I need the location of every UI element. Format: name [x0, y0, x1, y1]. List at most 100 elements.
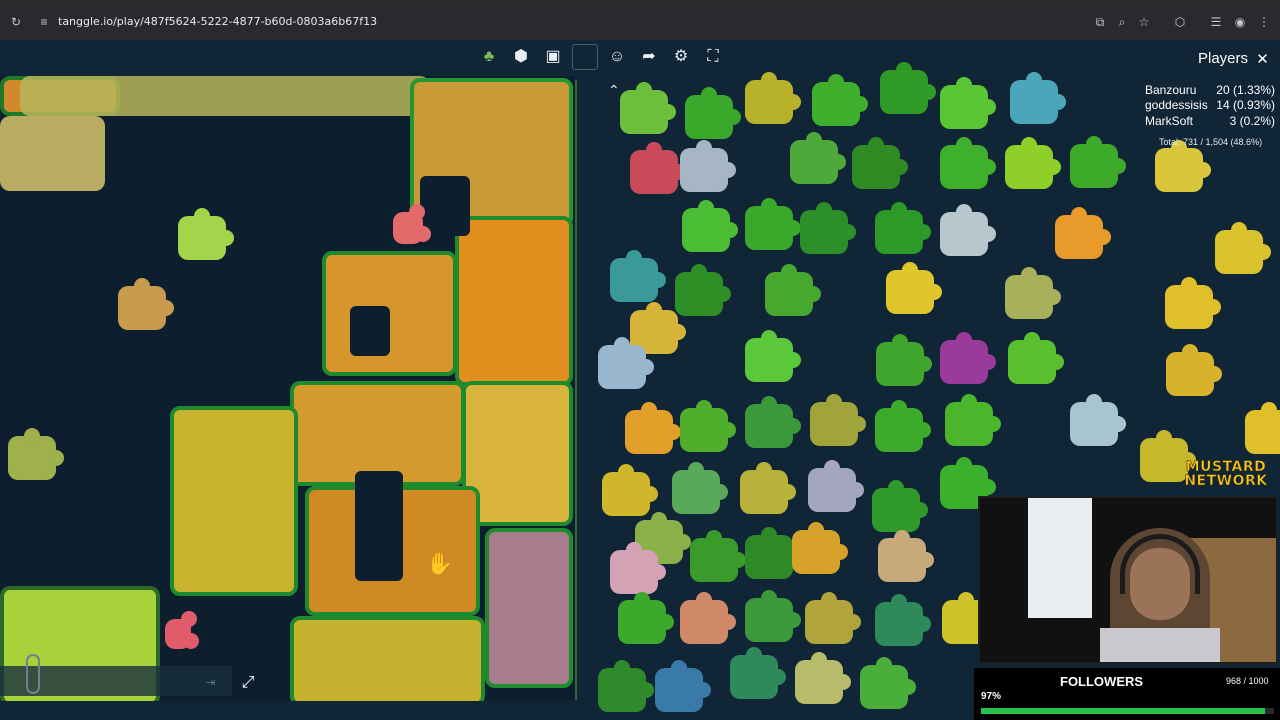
puzzle-piece[interactable] [875, 400, 931, 452]
puzzle-piece[interactable] [792, 522, 848, 574]
puzzle-piece[interactable] [860, 657, 916, 709]
expand-arrow-icon[interactable]: ⇥ [206, 676, 215, 689]
puzzle-piece[interactable] [940, 204, 996, 256]
puzzle-piece[interactable] [1005, 267, 1061, 319]
puzzle-piece[interactable] [872, 480, 928, 532]
settings-icon[interactable]: ⚙ [668, 44, 694, 70]
puzzle-piece[interactable] [1008, 332, 1064, 384]
puzzle-piece[interactable] [1165, 277, 1221, 329]
puzzle-piece[interactable] [618, 592, 674, 644]
puzzle-piece[interactable] [745, 198, 801, 250]
puzzle-piece[interactable] [680, 592, 736, 644]
puzzle-piece[interactable] [598, 660, 654, 712]
site-info-icon[interactable]: ≡ [36, 14, 52, 30]
address-bar-url[interactable]: tanggle.io/play/487f5624-5222-4877-b60d-… [58, 15, 377, 28]
puzzle-piece[interactable] [880, 62, 936, 114]
puzzle-piece[interactable] [682, 200, 738, 252]
close-icon[interactable]: ✕ [1254, 51, 1271, 68]
player-row: MarkSoft 3 (0.2%) [1145, 114, 1275, 129]
puzzle-piece[interactable] [675, 264, 731, 316]
puzzle-piece[interactable] [745, 590, 801, 642]
puzzle-piece[interactable] [1215, 222, 1271, 274]
puzzle-piece[interactable] [602, 464, 658, 516]
game-toolbar: ♣ ⬢ ▣ ☺ ➦ ⚙ ⛶ [476, 44, 726, 76]
puzzle-piece[interactable] [940, 332, 996, 384]
zoom-icon[interactable]: ⌕ [1114, 14, 1130, 30]
puzzle-piece[interactable] [1010, 72, 1066, 124]
puzzle-piece[interactable] [630, 142, 686, 194]
media-icon[interactable]: ☰ [1208, 14, 1224, 30]
reload-icon[interactable]: ↻ [8, 14, 24, 30]
puzzle-piece[interactable] [620, 82, 676, 134]
puzzle-piece[interactable] [1070, 394, 1126, 446]
puzzle-piece[interactable] [625, 402, 681, 454]
chevron-up-icon[interactable]: ⌃ [608, 82, 620, 99]
puzzle-piece[interactable] [810, 394, 866, 446]
puzzle-piece[interactable] [1070, 136, 1126, 188]
install-icon[interactable]: ⧉ [1092, 14, 1108, 30]
browser-chrome: ↻ ≡ tanggle.io/play/487f5624-5222-4877-b… [0, 0, 1280, 40]
puzzle-piece[interactable] [1155, 140, 1211, 192]
puzzle-piece[interactable] [876, 334, 932, 386]
puzzle-piece[interactable] [598, 337, 654, 389]
puzzle-tree-icon[interactable]: ♣ [476, 44, 502, 70]
puzzle-piece[interactable] [745, 527, 801, 579]
puzzle-piece[interactable] [875, 594, 931, 646]
puzzle-piece[interactable] [805, 592, 861, 644]
puzzle-board[interactable]: ✋ [0, 76, 575, 701]
puzzle-stage[interactable]: ✋ ♣ ⬢ ▣ ☺ ➦ ⚙ ⛶ ⌃ Players ✕ Banzouru 20 … [0, 40, 1280, 720]
puzzle-piece[interactable] [808, 460, 864, 512]
board-tray-divider [575, 80, 577, 700]
puzzle-piece[interactable] [740, 462, 796, 514]
puzzle-piece[interactable] [690, 530, 746, 582]
puzzle-piece[interactable] [940, 137, 996, 189]
puzzle-piece[interactable] [1005, 137, 1061, 189]
puzzle-piece[interactable] [178, 208, 234, 260]
puzzle-piece[interactable] [655, 660, 711, 712]
puzzle-piece[interactable] [730, 647, 786, 699]
puzzle-piece[interactable] [165, 611, 199, 649]
puzzle-piece[interactable] [875, 202, 931, 254]
players-icon[interactable]: ☺ [604, 44, 630, 70]
puzzle-piece[interactable] [1055, 207, 1111, 259]
puzzle-piece[interactable] [610, 542, 666, 594]
puzzle-piece[interactable] [852, 137, 908, 189]
puzzle-piece[interactable] [878, 530, 934, 582]
puzzle-piece[interactable] [1166, 344, 1222, 396]
box-frame-icon[interactable] [572, 44, 598, 70]
menu-icon[interactable]: ⋮ [1256, 14, 1272, 30]
puzzle-piece[interactable] [610, 250, 666, 302]
zoom-ring-icon[interactable] [26, 654, 40, 694]
brand-logo: MUSTARD NETWORK [1176, 460, 1276, 489]
puzzle-piece[interactable] [1245, 402, 1280, 454]
puzzle-piece[interactable] [672, 462, 728, 514]
followers-count: 968 / 1000 [1226, 676, 1269, 686]
puzzle-piece[interactable] [886, 262, 942, 314]
image-preview-icon[interactable]: ▣ [540, 44, 566, 70]
puzzle-piece[interactable] [745, 396, 801, 448]
puzzle-piece[interactable] [745, 72, 801, 124]
collapse-icon[interactable]: ⤢ [239, 674, 257, 692]
share-icon[interactable]: ➦ [636, 44, 662, 70]
puzzle-piece[interactable] [800, 202, 856, 254]
puzzle-piece[interactable] [745, 330, 801, 382]
puzzle-piece[interactable] [680, 400, 736, 452]
puzzle-piece[interactable] [685, 87, 741, 139]
extensions-icon[interactable]: ⬡ [1172, 14, 1188, 30]
puzzle-piece[interactable] [795, 652, 851, 704]
puzzle-piece[interactable] [393, 204, 431, 244]
piece-shape-icon[interactable]: ⬢ [508, 44, 534, 70]
puzzle-piece[interactable] [8, 428, 64, 480]
puzzle-piece[interactable] [940, 77, 996, 129]
puzzle-piece[interactable] [790, 132, 846, 184]
profile-icon[interactable]: ◉ [1232, 14, 1248, 30]
field-tile [170, 406, 298, 596]
puzzle-piece[interactable] [765, 264, 821, 316]
puzzle-piece[interactable] [945, 394, 1001, 446]
puzzle-piece[interactable] [680, 140, 736, 192]
puzzle-piece[interactable] [812, 74, 868, 126]
bookmark-star-icon[interactable]: ☆ [1136, 14, 1152, 30]
puzzle-piece[interactable] [118, 278, 174, 330]
fullscreen-icon[interactable]: ⛶ [700, 44, 726, 70]
field-tile [290, 616, 485, 701]
